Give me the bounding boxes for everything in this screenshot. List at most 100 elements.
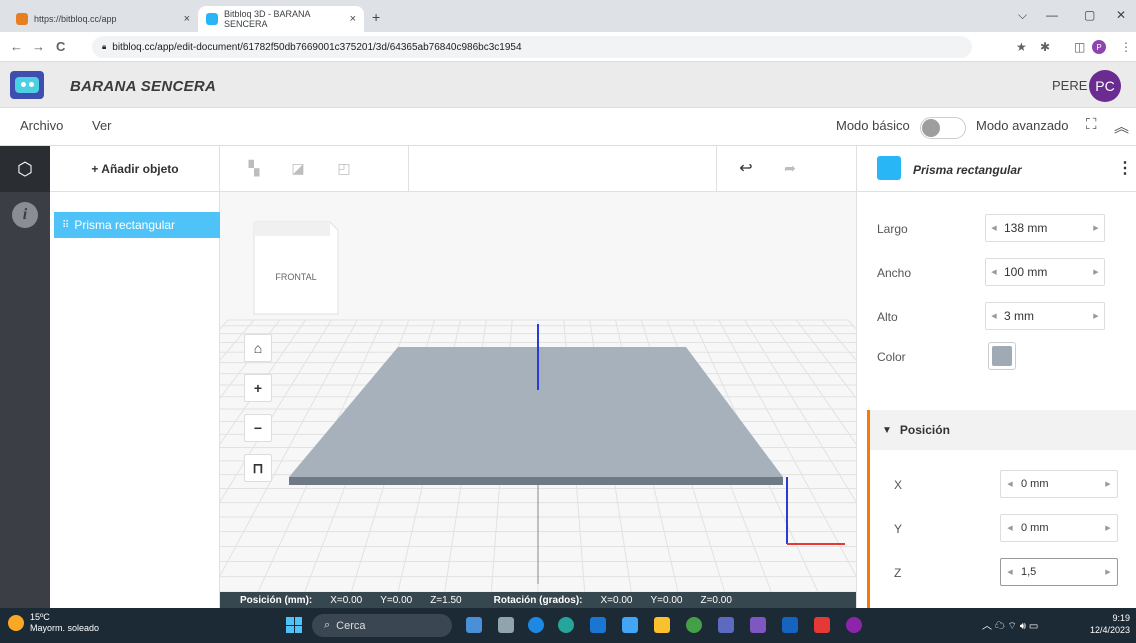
fullscreen-icon[interactable]: ⛶ [1086,116,1097,133]
taskbar-app-icon[interactable] [466,617,482,633]
difference-icon[interactable]: ◪ [290,160,306,176]
increment-icon[interactable]: ▶ [1088,224,1104,232]
pos-y-label: Y [894,522,903,536]
position-title: Posición [899,423,950,437]
largo-value[interactable]: 138 mm [1002,221,1088,235]
pos-y-stepper[interactable]: ◀ 0 mm ▶ [1000,514,1118,542]
info-icon[interactable]: i [12,202,38,228]
url-field[interactable]: 🔒︎ bitbloq.cc/app/edit-document/61782f50… [92,36,972,58]
viewport-canvas[interactable]: FRONTAL [220,192,856,592]
store-icon[interactable] [622,617,638,633]
3d-viewport[interactable]: FRONTAL ⌂ + − ⊓ [220,192,856,592]
app-icon[interactable] [814,617,830,633]
home-view-button[interactable]: ⌂ [244,334,272,362]
edge-icon[interactable] [558,617,574,633]
intersection-icon[interactable]: ◰ [336,160,352,176]
browser-menu-icon[interactable]: ⋮ [1120,40,1132,54]
position-label: Posición (mm): [240,594,313,606]
position-header[interactable]: ▼ Posición [870,410,1136,450]
chrome-icon[interactable] [686,617,702,633]
profile-avatar[interactable]: P [1092,40,1106,54]
prism-top-face[interactable] [289,347,783,477]
back-icon[interactable]: ← [10,39,23,54]
taskbar-app-icon[interactable] [498,617,514,633]
sidepanel-icon[interactable]: ◫ [1074,40,1085,54]
taskbar-search[interactable]: ⌕ Cerca [312,614,452,637]
user-avatar[interactable]: PC [1089,70,1121,102]
more-options-icon[interactable]: ⋮ [1117,158,1133,178]
new-tab-icon[interactable]: + [372,9,380,25]
increment-icon[interactable]: ▶ [1099,524,1117,532]
close-tab-icon[interactable]: × [350,13,356,25]
temperature: 15ºC [30,612,50,622]
clock-time: 9:19 [1112,613,1131,623]
pos-y-value[interactable]: 0 mm [1019,522,1099,534]
collapse-icon[interactable]: ︽ [1114,116,1129,137]
largo-stepper[interactable]: ◀ 138 mm ▶ [985,214,1105,242]
folder-icon[interactable] [654,617,670,633]
rotation-label: Rotación (grados): [493,594,583,606]
close-window-icon[interactable]: ✕ [1116,8,1126,22]
pos-z-stepper[interactable]: ◀ 1,5 ▶ [1000,558,1118,586]
browser-tab-bitbloq-3d[interactable]: Bitbloq 3D - BARANA SENCERA × [198,6,364,32]
add-object-button[interactable]: + Añadir objeto [50,146,220,192]
zoom-in-button[interactable]: + [244,374,272,402]
color-swatch[interactable] [988,342,1016,370]
pos-x-value[interactable]: 0 mm [1019,478,1099,490]
rotation-x: X=0.00 [600,594,633,606]
alto-stepper[interactable]: ◀ 3 mm ▶ [985,302,1105,330]
forward-icon[interactable]: → [32,39,45,54]
decrement-icon[interactable]: ◀ [986,268,1002,276]
undo-icon[interactable]: ↩ [738,160,754,177]
alto-value[interactable]: 3 mm [1002,309,1088,323]
mode-toggle[interactable] [920,117,966,139]
teams-icon[interactable] [750,617,766,633]
decrement-icon[interactable]: ◀ [986,312,1002,320]
document-title[interactable]: BARANA SENCERA [70,78,216,95]
ancho-stepper[interactable]: ◀ 100 mm ▶ [985,258,1105,286]
close-tab-icon[interactable]: × [184,13,190,25]
menu-archivo[interactable]: Archivo [20,118,63,133]
clock[interactable]: 9:19 12/4/2023 [1090,612,1130,636]
increment-icon[interactable]: ▶ [1088,312,1104,320]
objects-tab-icon[interactable]: ⬡ [0,146,50,192]
decrement-icon[interactable]: ◀ [1001,568,1019,576]
pos-x-stepper[interactable]: ◀ 0 mm ▶ [1000,470,1118,498]
position-section: ▼ Posición X ◀ 0 mm ▶ Y ◀ 0 mm ▶ Z ◀ 1,5… [867,410,1136,608]
increment-icon[interactable]: ▶ [1099,568,1117,576]
browser-tab-bitbloq-app[interactable]: https://bitbloq.cc/app × [8,6,198,32]
redo-icon[interactable]: ➦ [782,160,798,176]
word-icon[interactable] [782,617,798,633]
weather-widget[interactable]: 15ºC Mayorm. soleado [8,612,99,634]
extension-icon[interactable]: ★ [1016,40,1027,54]
object-list-item[interactable]: ⠿ Prisma rectangular [54,212,220,238]
increment-icon[interactable]: ▶ [1088,268,1104,276]
decrement-icon[interactable]: ◀ [986,224,1002,232]
bitbloq-logo-icon[interactable] [10,71,44,99]
union-icon[interactable]: ▚ [246,160,262,176]
menu-ver[interactable]: Ver [92,118,112,133]
app-icon[interactable] [846,617,862,633]
ancho-value[interactable]: 100 mm [1002,265,1088,279]
taskbar-app-icon[interactable] [528,617,544,633]
sun-icon [8,615,24,631]
mail-icon[interactable] [590,617,606,633]
drag-handle-icon[interactable]: ⠿ [62,220,69,231]
pos-z-value[interactable]: 1,5 [1019,566,1099,578]
minimize-icon[interactable]: — [1046,8,1058,22]
tab-search-icon[interactable]: ⌵ [1018,8,1027,23]
restore-icon[interactable]: ▢ [1084,8,1095,22]
orthographic-view-button[interactable]: ⊓ [244,454,272,482]
zoom-out-button[interactable]: − [244,414,272,442]
windows-start-icon[interactable] [286,617,302,633]
object-label: Prisma rectangular [74,218,176,232]
system-tray[interactable]: ︿ ☁ ⌔ 🔊︎ ▭ [982,617,1038,633]
puzzle-icon[interactable]: ✱ [1040,40,1050,54]
decrement-icon[interactable]: ◀ [1001,524,1019,532]
decrement-icon[interactable]: ◀ [1001,480,1019,488]
calendar-icon[interactable] [718,617,734,633]
reload-icon[interactable]: C [56,39,65,54]
increment-icon[interactable]: ▶ [1099,480,1117,488]
menubar: Archivo Ver Modo básico Modo avanzado ⛶ … [0,108,1136,146]
position-x: X=0.00 [330,594,363,606]
